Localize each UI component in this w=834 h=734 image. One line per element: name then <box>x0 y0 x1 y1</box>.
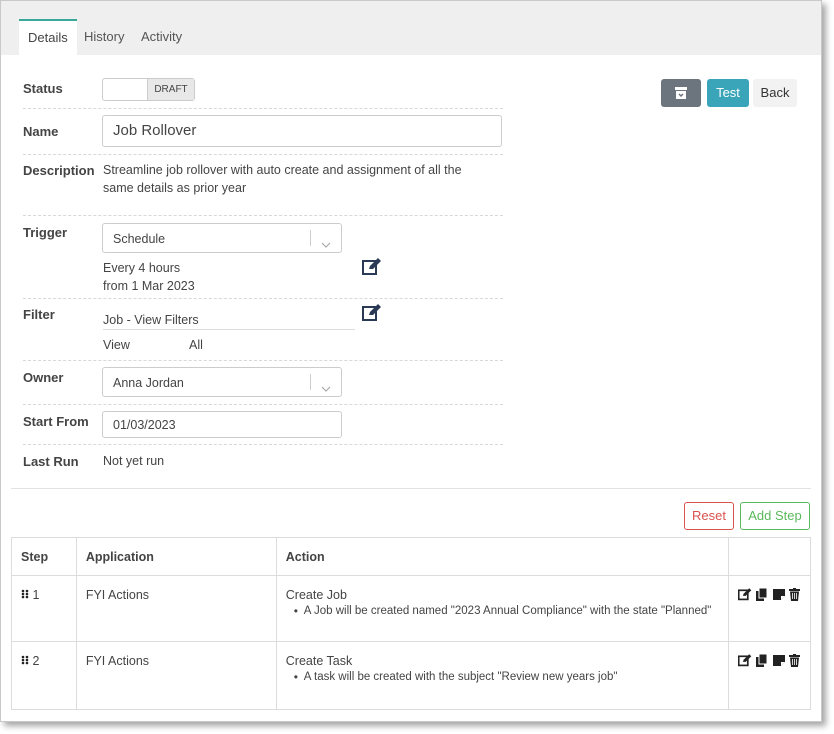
edit-icon[interactable] <box>737 588 752 601</box>
row-tools-cell <box>727 575 812 642</box>
application-cell: FYI Actions <box>75 641 277 710</box>
description-text: Streamline job rollover with auto create… <box>103 163 462 195</box>
divider <box>23 444 503 445</box>
reset-button[interactable]: Reset <box>684 502 734 530</box>
owner-select-value: Anna Jordan <box>113 376 184 390</box>
steps-table: Step Application Action 1 FYI Actions Cr… <box>11 537 812 710</box>
filter-key: View <box>103 338 130 352</box>
divider <box>23 108 503 109</box>
table-row: 1 FYI Actions Create Job A Job will be c… <box>11 575 812 642</box>
step-cell: 1 <box>11 575 77 642</box>
start-from-label: Start From <box>23 414 89 429</box>
divider <box>23 360 503 361</box>
edit-filter-icon[interactable] <box>362 304 382 327</box>
divider <box>23 154 503 155</box>
edit-trigger-icon[interactable] <box>362 258 382 281</box>
row-tools-cell <box>727 641 812 710</box>
action-detail: A Job will be created named "2023 Annual… <box>286 604 719 618</box>
column-header-application: Application <box>75 537 277 576</box>
filter-value: All <box>189 338 203 352</box>
chevron-down-icon <box>310 374 341 392</box>
action-cell: Create Job A Job will be created named "… <box>275 575 729 642</box>
description-label: Description <box>23 163 95 178</box>
name-label: Name <box>23 124 59 139</box>
trash-icon[interactable] <box>789 588 800 601</box>
status-label: Status <box>23 81 63 96</box>
last-run-value: Not yet run <box>103 454 165 468</box>
step-cell: 2 <box>11 641 77 710</box>
copy-icon[interactable] <box>756 587 768 601</box>
copy-icon[interactable] <box>756 653 768 667</box>
divider <box>23 404 503 405</box>
edit-icon[interactable] <box>737 654 752 667</box>
trigger-select[interactable]: Schedule <box>102 223 342 253</box>
archive-button[interactable] <box>661 79 701 107</box>
table-row: 2 FYI Actions Create Task A task will be… <box>11 641 812 710</box>
trigger-label: Trigger <box>23 225 68 240</box>
note-icon[interactable] <box>772 654 785 667</box>
filter-title: Job - View Filters <box>103 313 355 330</box>
tab-details[interactable]: Details <box>19 19 77 55</box>
section-divider <box>11 488 811 489</box>
divider <box>23 298 503 299</box>
start-from-input[interactable]: 01/03/2023 <box>102 411 342 438</box>
back-button[interactable]: Back <box>753 79 797 107</box>
trigger-start: from 1 Mar 2023 <box>103 279 195 293</box>
divider <box>23 215 503 216</box>
trigger-select-value: Schedule <box>113 232 166 246</box>
action-cell: Create Task A task will be created with … <box>275 641 729 710</box>
trigger-frequency: Every 4 hours <box>103 261 181 275</box>
action-detail: A task will be created with the subject … <box>286 670 719 684</box>
drag-handle-icon[interactable] <box>21 588 29 602</box>
tab-activity[interactable]: Activity <box>132 19 191 55</box>
application-cell: FYI Actions <box>75 575 277 642</box>
drag-handle-icon[interactable] <box>21 654 29 668</box>
test-button[interactable]: Test <box>707 79 749 107</box>
owner-select[interactable]: Anna Jordan <box>102 367 342 397</box>
chevron-down-icon <box>310 230 341 248</box>
step-number: 2 <box>32 654 40 668</box>
action-title: Create Task <box>285 654 353 668</box>
owner-label: Owner <box>23 370 64 385</box>
status-badge: DRAFT <box>147 79 194 100</box>
column-header-step: Step <box>11 537 77 576</box>
trash-icon[interactable] <box>789 654 800 667</box>
status-toggle[interactable]: DRAFT <box>102 78 195 101</box>
filter-label: Filter <box>23 307 55 322</box>
last-run-label: Last Run <box>23 454 79 469</box>
column-header-action: Action <box>275 537 729 576</box>
archive-icon <box>675 87 687 99</box>
step-number: 1 <box>32 588 40 602</box>
tab-history[interactable]: History <box>75 19 133 55</box>
app-window: Details History Activity Test Back Statu… <box>0 0 822 722</box>
add-step-button[interactable]: Add Step <box>740 502 810 530</box>
column-header-tools <box>727 537 812 576</box>
action-title: Create Job <box>285 588 347 602</box>
name-input[interactable]: Job Rollover <box>102 115 502 147</box>
table-header-row: Step Application Action <box>11 537 812 576</box>
note-icon[interactable] <box>772 588 785 601</box>
tab-bar: Details History Activity <box>1 1 821 55</box>
